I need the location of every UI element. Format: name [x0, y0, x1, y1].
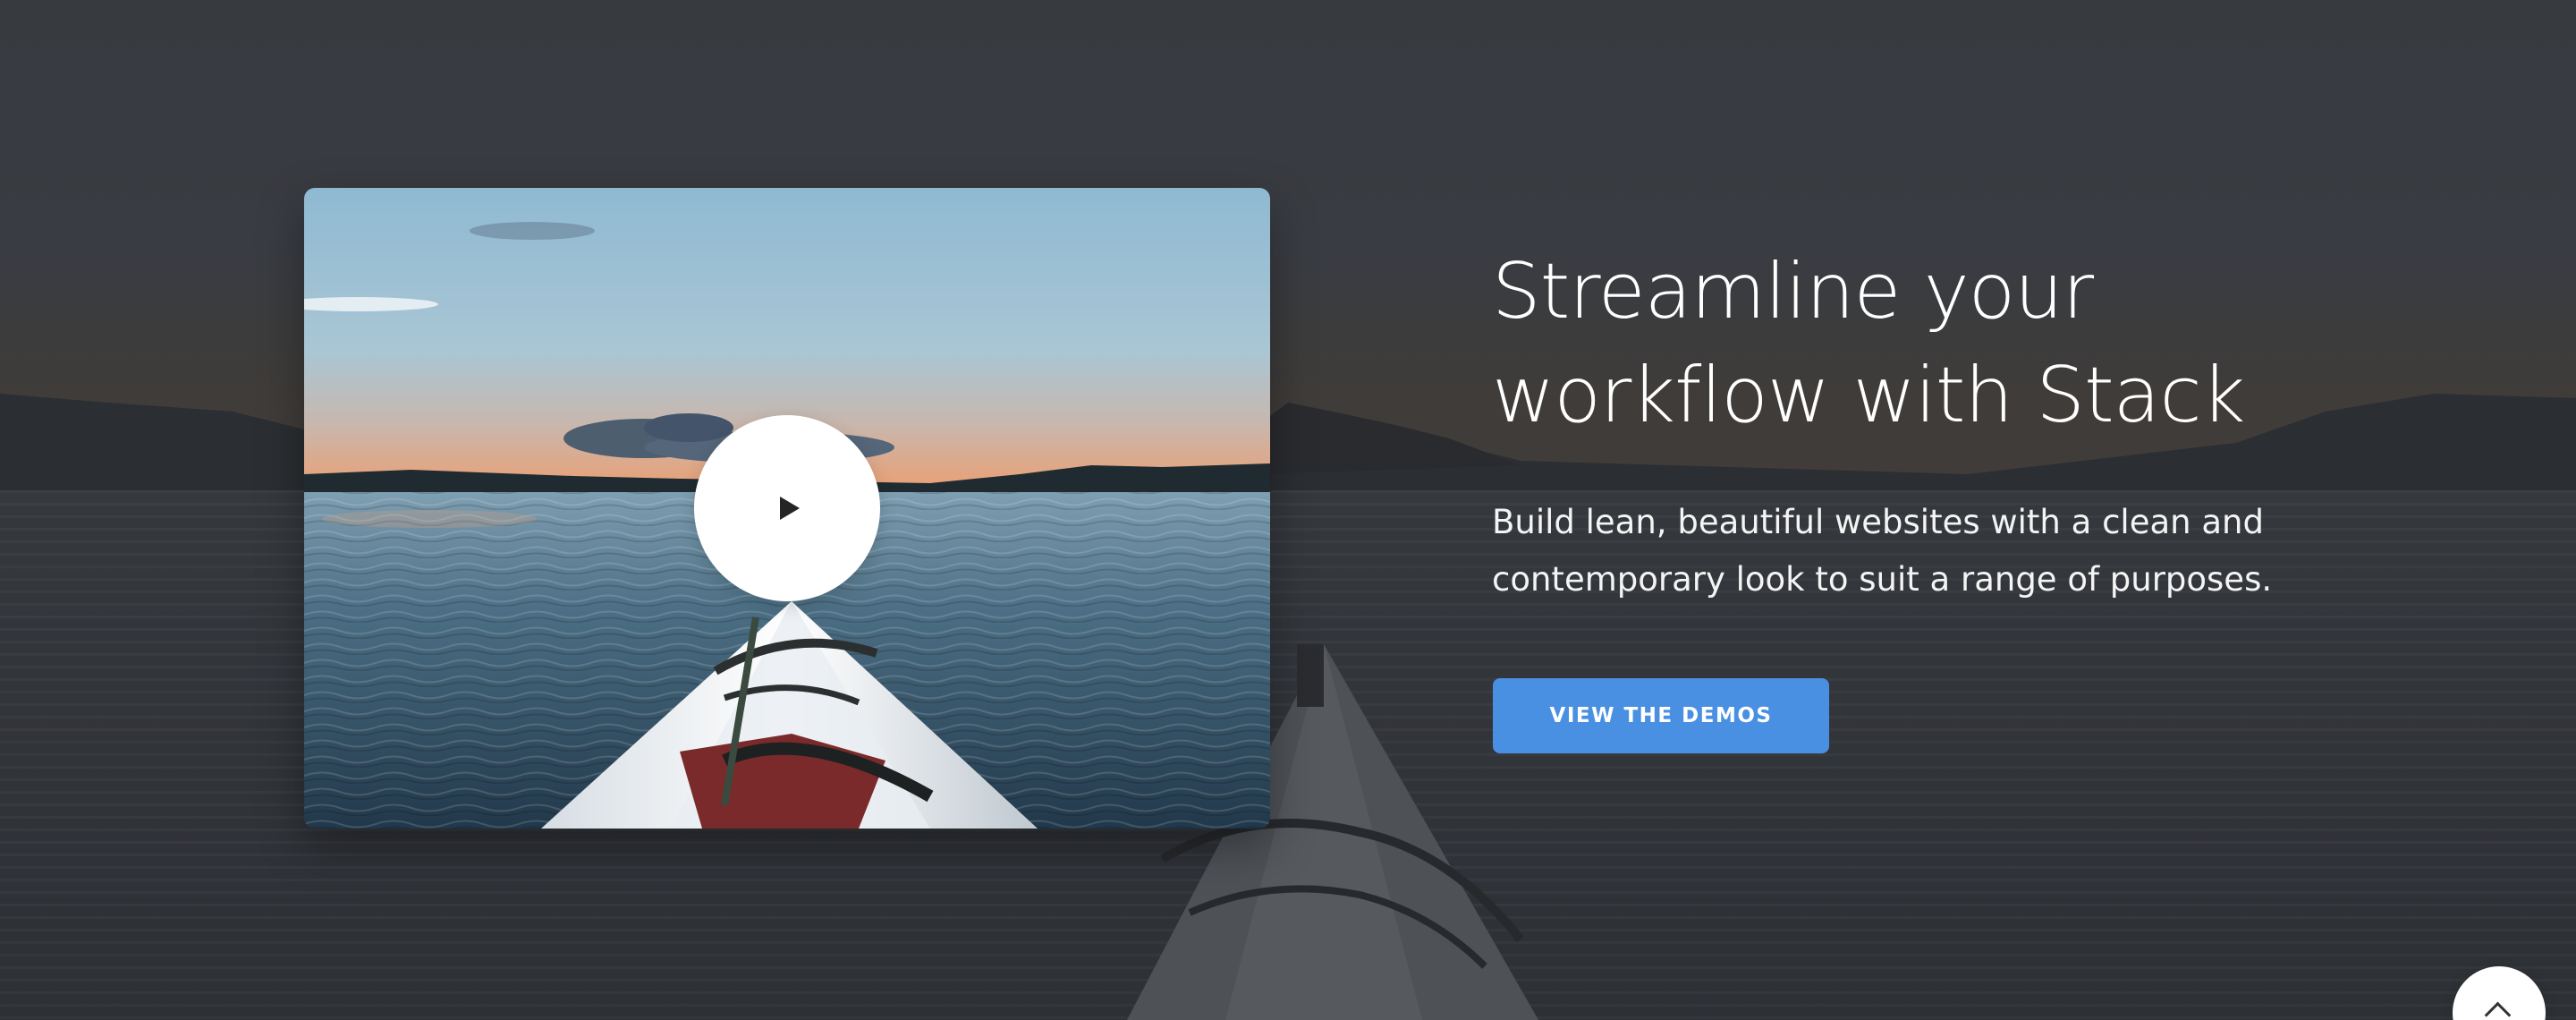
hero-headline: Streamline your workflow with Stack — [1492, 240, 2297, 447]
chevron-up-icon — [2484, 1001, 2512, 1020]
hero-subtext: Build lean, beautiful websites with a cl… — [1492, 494, 2297, 608]
play-icon — [780, 497, 800, 520]
hero-subtext-line-1: Build lean, beautiful websites with a cl… — [1492, 503, 2264, 541]
play-button[interactable] — [694, 415, 880, 601]
hero-headline-line-1: Streamline your — [1492, 247, 2094, 336]
hero-subtext-line-2: contemporary look to suit a range of pur… — [1492, 560, 2273, 599]
video-thumbnail[interactable] — [304, 188, 1270, 829]
hero-section: Streamline your workflow with Stack Buil… — [0, 0, 2576, 1020]
view-demos-button[interactable]: VIEW THE DEMOS — [1493, 678, 1829, 753]
hero-headline-line-2: workflow with Stack — [1492, 351, 2245, 440]
